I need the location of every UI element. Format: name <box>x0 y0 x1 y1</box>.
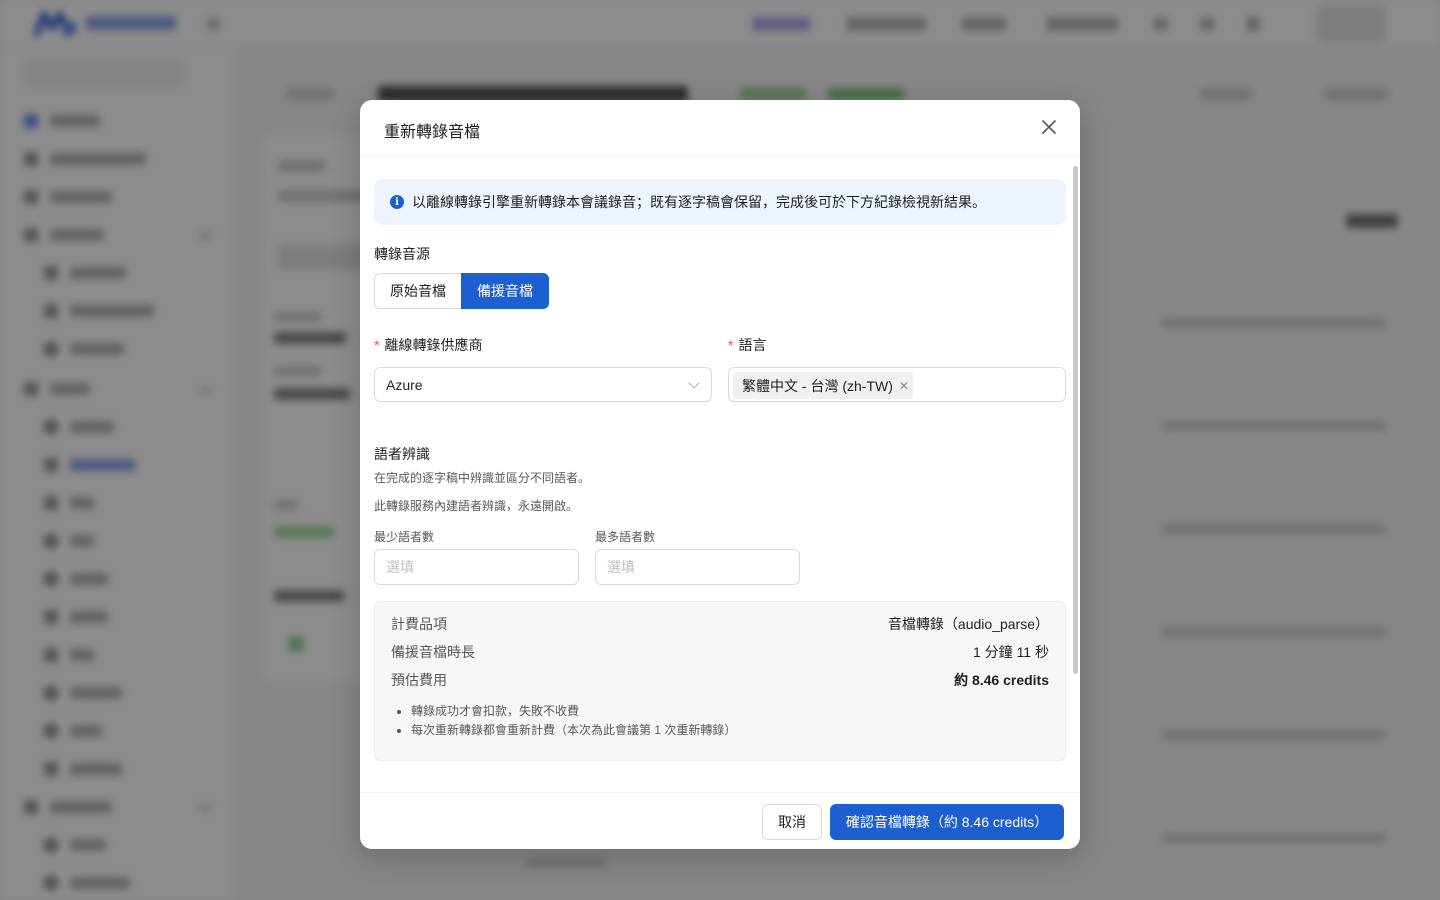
diarization-hint: 在完成的逐字稿中辨識並區分不同語者。 <box>374 471 591 485</box>
diarization-note: 此轉錄服務內建語者辨識，永遠開啟。 <box>374 499 579 513</box>
source-option-original[interactable]: 原始音檔 <box>374 273 461 309</box>
dialog-footer: 取消 確認音檔轉錄（約 8.46 credits） <box>360 792 1080 849</box>
cancel-button[interactable]: 取消 <box>762 804 822 840</box>
required-mark: * <box>374 337 380 353</box>
info-text: 以離線轉錄引擎重新轉錄本會議錄音；既有逐字稿會保留，完成後可於下方紀錄檢視新結果… <box>412 194 986 210</box>
provider-select[interactable]: Azure <box>374 367 712 402</box>
provider-label: * 離線轉錄供應商 <box>374 337 483 353</box>
cost-note: 轉錄成功才會扣款，失敗不收費 <box>411 702 736 721</box>
language-label: * 語言 <box>728 337 767 353</box>
confirm-transcribe-button[interactable]: 確認音檔轉錄（約 8.46 credits） <box>830 804 1064 840</box>
source-segmented-control: 原始音檔 備援音檔 <box>374 273 549 309</box>
language-tag: 繁體中文 - 台灣 (zh-TW) ✕ <box>733 372 913 399</box>
tag-close-icon[interactable]: ✕ <box>899 379 909 393</box>
dialog-title: 重新轉錄音檔 <box>384 124 481 141</box>
dialog-scrollbar[interactable] <box>1071 166 1079 776</box>
max-speakers-input[interactable] <box>595 549 800 585</box>
cost-notes: 轉錄成功才會扣款，失敗不收費 每次重新轉錄都會重新計費（本次為此會議第 1 次重… <box>411 702 736 740</box>
cost-row-item: 計費品項 音檔轉錄（audio_parse） <box>391 616 1049 632</box>
info-icon: i <box>390 195 404 209</box>
language-select[interactable]: 繁體中文 - 台灣 (zh-TW) ✕ <box>728 367 1066 402</box>
language-tag-label: 繁體中文 - 台灣 (zh-TW) <box>742 377 893 394</box>
dialog-header: 重新轉錄音檔 <box>360 100 1080 157</box>
close-icon[interactable] <box>1038 116 1060 138</box>
info-alert: i 以離線轉錄引擎重新轉錄本會議錄音；既有逐字稿會保留，完成後可於下方紀錄檢視新… <box>374 179 1066 225</box>
cost-note: 每次重新轉錄都會重新計費（本次為此會議第 1 次重新轉錄） <box>411 721 736 740</box>
diarization-title: 語者辨識 <box>374 446 430 462</box>
cost-row-estimate: 預估費用 約 8.46 credits <box>391 672 1049 688</box>
retranscribe-dialog: 重新轉錄音檔 i 以離線轉錄引擎重新轉錄本會議錄音；既有逐字稿會保留，完成後可於… <box>360 100 1080 849</box>
min-speakers-label: 最少語者數 <box>374 530 435 544</box>
scrollbar-thumb[interactable] <box>1073 166 1078 674</box>
dialog-body[interactable]: i 以離線轉錄引擎重新轉錄本會議錄音；既有逐字稿會保留，完成後可於下方紀錄檢視新… <box>360 157 1080 792</box>
max-speakers-label: 最多語者數 <box>595 530 656 544</box>
source-option-backup[interactable]: 備援音檔 <box>461 273 549 309</box>
provider-value: Azure <box>386 376 423 393</box>
min-speakers-input[interactable] <box>374 549 579 585</box>
required-mark: * <box>728 337 734 353</box>
chevron-down-icon <box>688 377 700 389</box>
cost-summary: 計費品項 音檔轉錄（audio_parse） 備援音檔時長 1 分鐘 11 秒 … <box>374 601 1066 761</box>
source-label: 轉錄音源 <box>374 246 430 262</box>
cost-row-duration: 備援音檔時長 1 分鐘 11 秒 <box>391 644 1049 660</box>
